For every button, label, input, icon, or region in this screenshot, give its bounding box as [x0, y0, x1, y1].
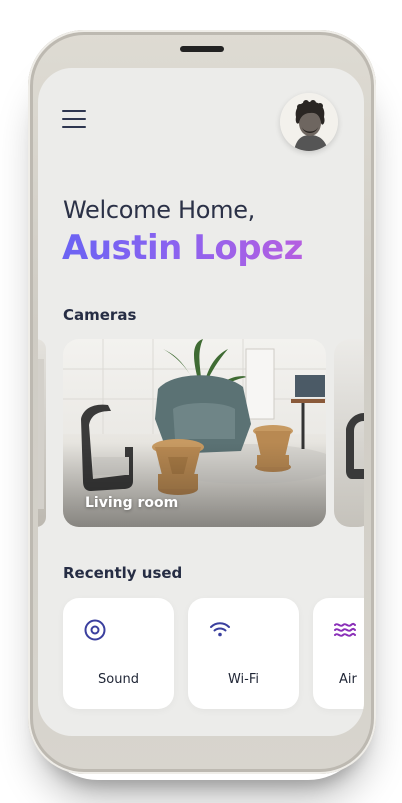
- sound-icon: [84, 619, 106, 641]
- device-card-sound[interactable]: Sound: [63, 598, 174, 709]
- device-card-wifi[interactable]: Wi-Fi: [188, 598, 299, 709]
- user-avatar-icon: [280, 93, 338, 151]
- device-card-air[interactable]: Air: [313, 598, 364, 709]
- camera-card-next[interactable]: [334, 339, 364, 527]
- app-screen: Welcome Home, Austin Lopez Cameras Livin…: [38, 68, 364, 736]
- menu-button[interactable]: [62, 110, 86, 130]
- device-label: Wi-Fi: [227, 672, 259, 687]
- device-label: Air: [339, 672, 357, 687]
- user-name: Austin Lopez: [62, 228, 303, 268]
- camera-label: Living room: [85, 495, 179, 511]
- camera-card-previous[interactable]: [38, 339, 46, 527]
- welcome-text: Welcome Home,: [63, 196, 256, 224]
- air-icon: [334, 622, 356, 637]
- camera-preview-image: [38, 339, 46, 527]
- avatar[interactable]: [280, 93, 338, 151]
- cameras-heading: Cameras: [63, 306, 137, 324]
- wifi-icon: [210, 622, 230, 637]
- phone-speaker: [180, 46, 224, 52]
- device-label: Sound: [98, 672, 139, 687]
- camera-preview-image: [334, 339, 364, 527]
- camera-card-living-room[interactable]: Living room: [63, 339, 326, 527]
- recently-used-heading: Recently used: [63, 564, 183, 582]
- hamburger-menu-icon: [62, 110, 86, 112]
